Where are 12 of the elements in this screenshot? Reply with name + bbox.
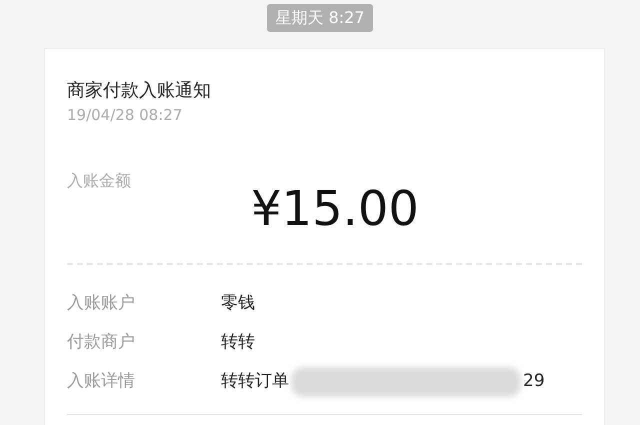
field-value: 转转订单: [221, 370, 289, 394]
field-label: 入账详情: [67, 370, 136, 394]
notification-title: 商家付款入账通知: [67, 79, 212, 103]
timestamp: 星期天 8:27: [267, 4, 372, 32]
amount-label: 入账金额: [67, 170, 132, 192]
field-value: 零钱: [221, 292, 255, 316]
notification-date: 19/04/28 08:27: [67, 105, 184, 126]
amount: ¥15.00: [251, 184, 419, 232]
field-label: 入账账户: [67, 292, 136, 316]
field-label: 付款商户: [67, 331, 136, 354]
field-value-end: 29: [523, 370, 545, 394]
field-value: 转转: [221, 331, 255, 354]
